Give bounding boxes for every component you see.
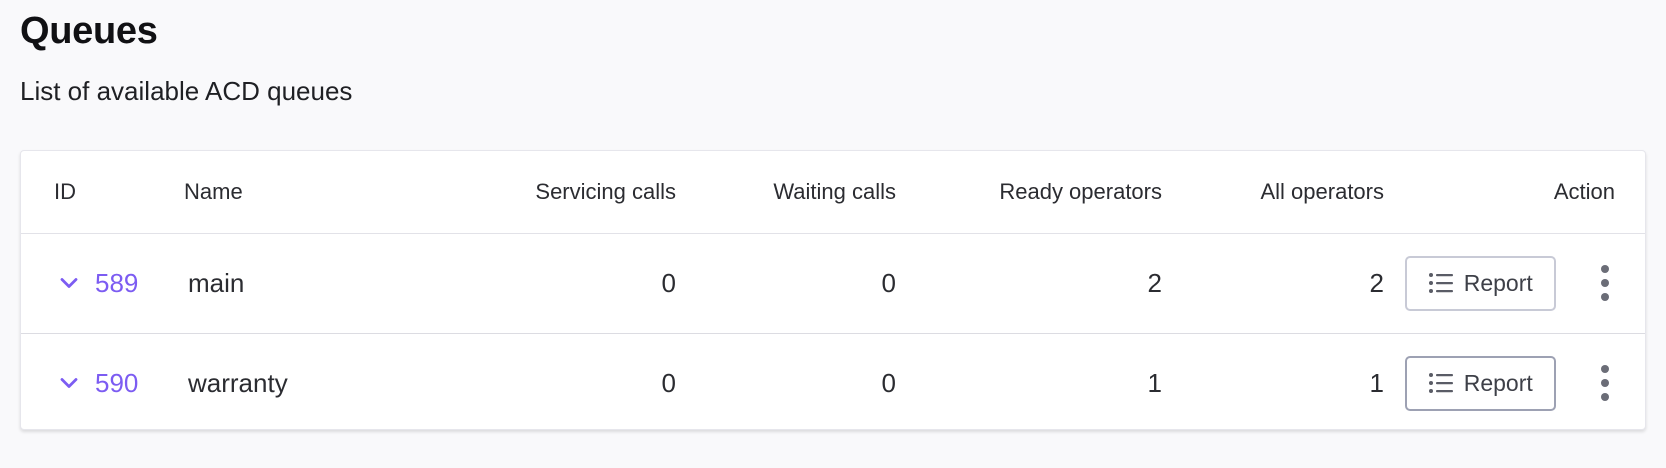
report-button[interactable]: Report <box>1404 255 1556 311</box>
table-header-row: ID Name Servicing calls Waiting calls Re… <box>21 151 1645 234</box>
column-header-waiting-calls: Waiting calls <box>676 151 896 234</box>
chevron-down-icon[interactable] <box>59 273 79 293</box>
ready-operators-value: 2 <box>1147 267 1162 298</box>
table-body: 589 main 0 0 2 2 Report 590 warranty 0 0… <box>21 233 1645 429</box>
column-header-servicing-calls: Servicing calls <box>424 151 676 234</box>
action-cell: Report <box>1384 233 1645 333</box>
page-title: Queues <box>20 10 158 52</box>
queue-name: warranty <box>188 367 288 398</box>
column-header-name: Name <box>184 151 424 234</box>
column-header-ready-operators: Ready operators <box>896 151 1162 234</box>
queue-name: main <box>188 267 245 298</box>
waiting-calls-value: 0 <box>881 367 896 398</box>
all-operators-value: 2 <box>1369 267 1384 298</box>
servicing-calls-value: 0 <box>661 267 676 298</box>
report-button-label: Report <box>1463 269 1533 296</box>
page-subtitle: List of available ACD queues <box>20 76 353 106</box>
table-row: 589 main 0 0 2 2 Report <box>21 233 1645 333</box>
all-operators-value: 1 <box>1369 367 1384 398</box>
servicing-calls-value: 0 <box>661 367 676 398</box>
column-header-all-operators: All operators <box>1162 151 1384 234</box>
report-button-label: Report <box>1463 369 1533 396</box>
more-vertical-icon[interactable] <box>1595 263 1615 303</box>
queues-table: ID Name Servicing calls Waiting calls Re… <box>21 151 1645 429</box>
report-button[interactable]: Report <box>1404 355 1556 411</box>
more-vertical-icon[interactable] <box>1595 363 1615 403</box>
queue-id-link[interactable]: 589 <box>95 268 138 299</box>
ready-operators-value: 1 <box>1147 367 1162 398</box>
queues-page: Queues List of available ACD queues ID N… <box>0 0 1666 468</box>
queue-id-link[interactable]: 590 <box>95 368 138 399</box>
waiting-calls-value: 0 <box>881 267 896 298</box>
id-cell: 590 <box>21 333 184 429</box>
list-icon <box>1428 372 1454 394</box>
table-row: 590 warranty 0 0 1 1 Report <box>21 333 1645 429</box>
chevron-down-icon[interactable] <box>59 373 79 393</box>
table-header: ID Name Servicing calls Waiting calls Re… <box>21 151 1645 234</box>
list-icon <box>1428 272 1454 294</box>
column-header-id: ID <box>21 151 184 234</box>
id-cell: 589 <box>21 233 184 333</box>
action-cell: Report <box>1384 333 1645 429</box>
queues-table-card: ID Name Servicing calls Waiting calls Re… <box>20 150 1646 430</box>
column-header-action: Action <box>1384 151 1645 234</box>
